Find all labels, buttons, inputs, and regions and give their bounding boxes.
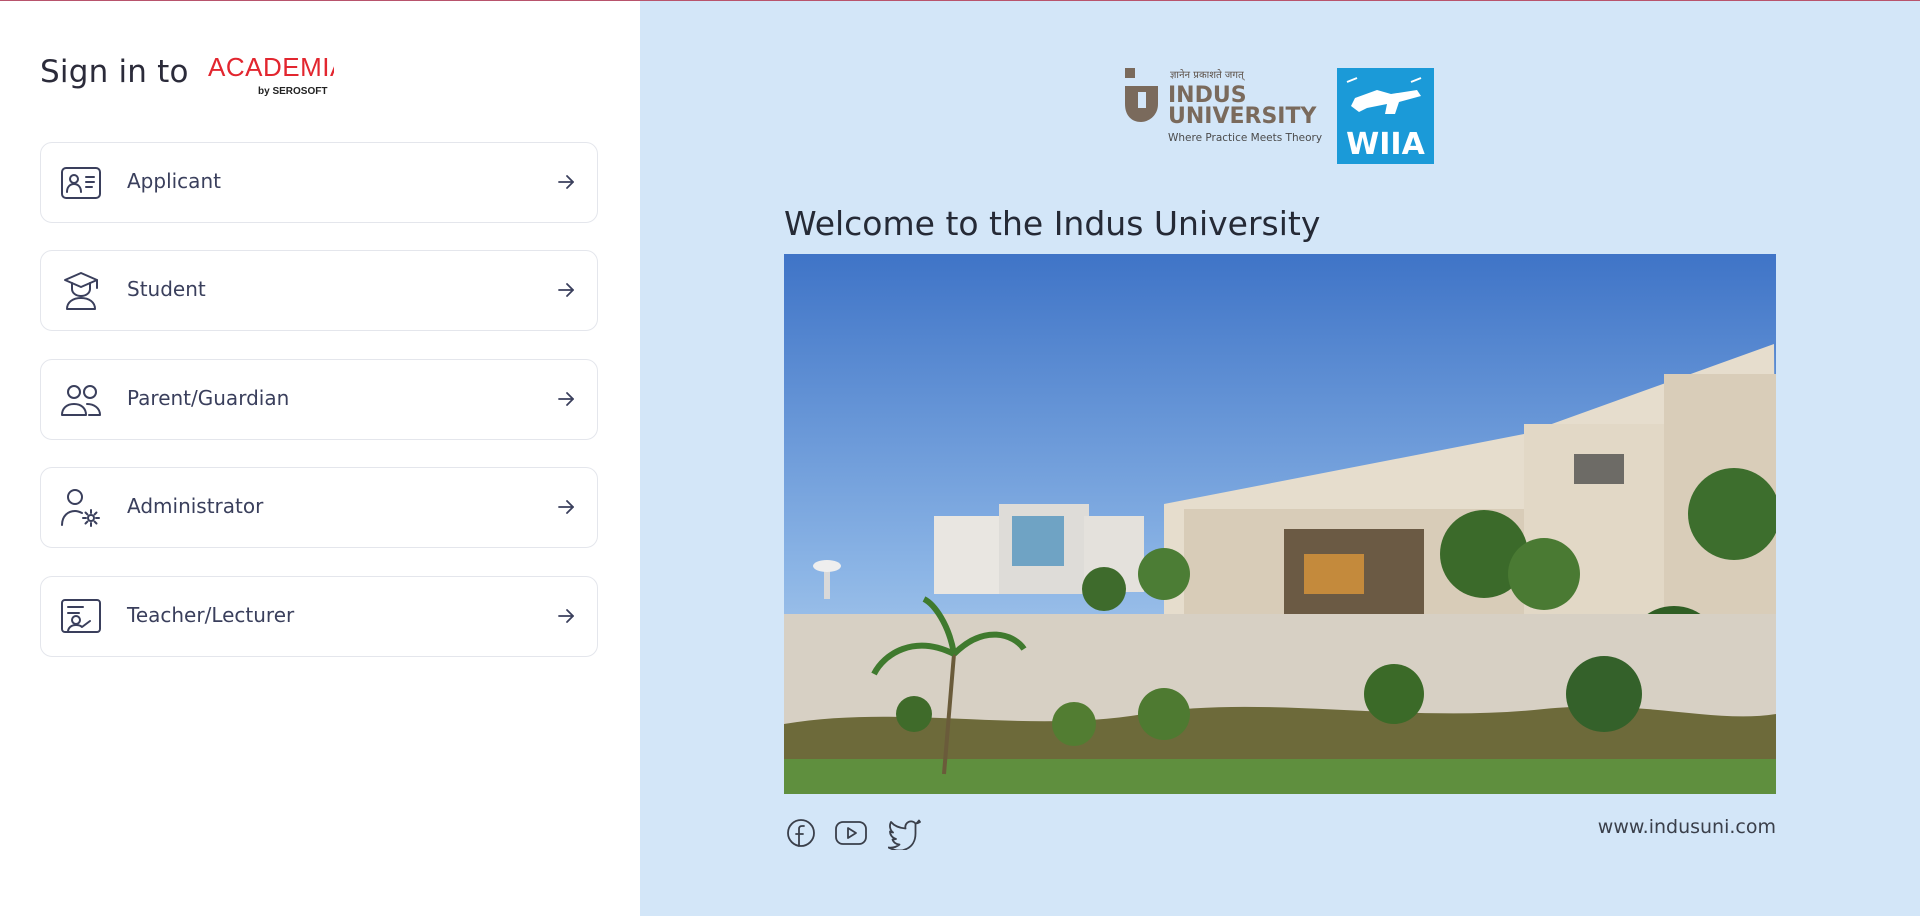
top-accent-line xyxy=(0,0,1920,1)
welcome-panel: ज्ञानेन प्रकाशते जगत् INDUS UNIVERSITY W… xyxy=(640,0,1920,916)
youtube-icon[interactable] xyxy=(834,816,868,850)
indus-slogan: Where Practice Meets Theory xyxy=(1168,132,1322,144)
facebook-icon[interactable] xyxy=(784,816,818,850)
campus-photo xyxy=(784,254,1776,794)
wiia-text: WIIA xyxy=(1346,127,1425,162)
role-label: Student xyxy=(127,277,206,301)
indus-name-line2: UNIVERSITY xyxy=(1168,104,1317,129)
role-card-teacher-lecturer[interactable]: Teacher/Lecturer xyxy=(40,576,598,657)
login-panel: Sign in to ACADEMIA by SEROSOFT Applican… xyxy=(0,0,640,916)
role-label: Teacher/Lecturer xyxy=(127,603,295,627)
role-label: Applicant xyxy=(127,169,221,193)
id-card-icon xyxy=(59,161,103,205)
arrow-right-icon xyxy=(558,283,574,297)
role-card-student[interactable]: Student xyxy=(40,250,598,331)
role-label: Parent/Guardian xyxy=(127,386,290,410)
arrow-right-icon xyxy=(558,500,574,514)
academia-by-text: by SEROSOFT xyxy=(258,86,327,97)
indus-tagline-top: ज्ञानेन प्रकाशते जगत् xyxy=(1170,69,1246,81)
graduate-icon xyxy=(59,269,103,313)
indus-university-logo: ज्ञानेन प्रकाशते जगत् INDUS UNIVERSITY W… xyxy=(1125,68,1322,144)
arrow-right-icon xyxy=(558,392,574,406)
academia-logo: ACADEMIA by SEROSOFT xyxy=(208,54,334,97)
welcome-title: Welcome to the Indus University xyxy=(784,204,1321,243)
wiia-logo: WIIA xyxy=(1337,68,1434,164)
user-gear-icon xyxy=(59,486,103,530)
role-card-administrator[interactable]: Administrator xyxy=(40,467,598,548)
twitter-icon[interactable] xyxy=(888,816,922,850)
signin-title: Sign in to xyxy=(40,54,189,90)
role-card-applicant[interactable]: Applicant xyxy=(40,142,598,223)
arrow-right-icon xyxy=(558,175,574,189)
users-icon xyxy=(59,378,103,422)
academia-logo-text: ACADEMIA xyxy=(208,54,334,82)
arrow-right-icon xyxy=(558,609,574,623)
website-link[interactable]: www.indusuni.com xyxy=(1598,816,1776,838)
role-label: Administrator xyxy=(127,494,264,518)
role-card-parent-guardian[interactable]: Parent/Guardian xyxy=(40,359,598,440)
teacher-board-icon xyxy=(59,595,103,639)
